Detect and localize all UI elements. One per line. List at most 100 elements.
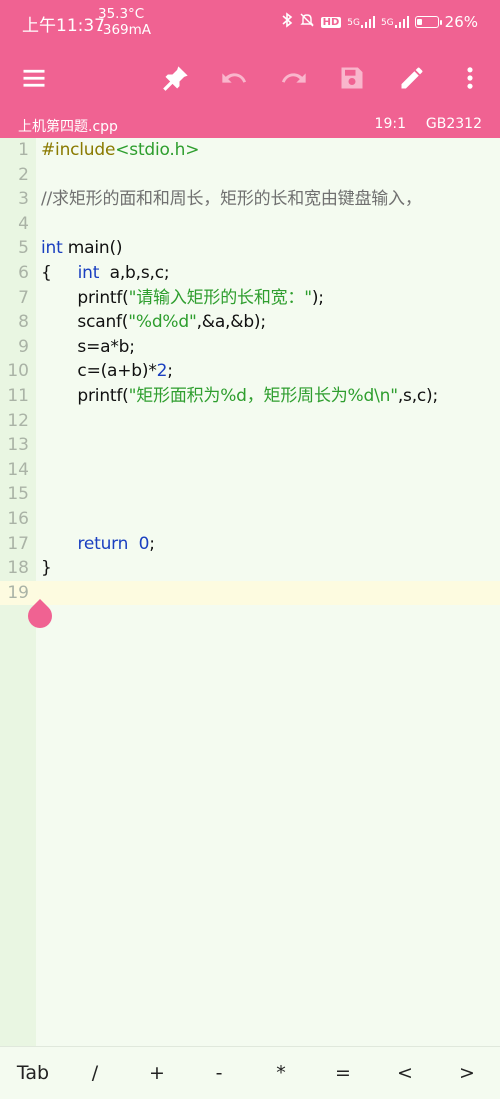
code-token: } [41,558,52,579]
code-token: "请输入矩形的长和宽：" [128,287,312,308]
code-line[interactable]: 3 //求矩形的面和和周长，矩形的长和宽由键盘输入， [0,187,500,212]
key-less-than[interactable]: < [374,1047,436,1099]
code-line[interactable]: 17 return 0; [0,532,500,557]
code-line[interactable]: 8 scanf("%d%d",&a,&b); [0,310,500,335]
redo-icon[interactable] [276,60,312,96]
more-icon[interactable] [452,60,488,96]
line-number: 10 [7,361,29,382]
code-text: } [41,556,52,581]
code-token: printf( [41,386,129,406]
code-token: ; [167,361,173,382]
line-number: 2 [18,164,29,185]
line-number: 4 [18,213,29,234]
code-text: c=(a+b)*2; [41,359,173,384]
code-line[interactable]: 13 [0,433,500,458]
status-icons: HD 5G 5G 26% [281,12,478,32]
line-number: 11 [7,386,29,406]
battery-percent: 26% [444,13,478,31]
code-line[interactable]: 10 c=(a+b)*2; [0,359,500,384]
bluetooth-icon [281,12,293,32]
code-token: ; [149,533,155,554]
status-bar: 上午11:37 35.3°C -369mA HD 5G 5G 26% [0,0,500,46]
code-token: c=(a+b)* [41,361,157,382]
code-token: 0 [138,533,150,554]
code-line[interactable]: 9 s=a*b; [0,335,500,360]
file-name[interactable]: 上机第四题.cpp [18,116,118,136]
code-text: return 0; [41,532,155,557]
code-line[interactable]: 16 [0,507,500,532]
key-greater-than[interactable]: > [436,1047,498,1099]
status-temp-current: 35.3°C -369mA [98,6,151,38]
code-line[interactable]: 1 #include<stdio.h> [0,138,500,163]
code-token: printf( [41,287,129,308]
code-line[interactable]: 18} [0,556,500,581]
key-tab[interactable]: Tab [2,1047,64,1099]
menu-icon[interactable] [16,60,52,96]
line-number: 3 [18,189,29,210]
code-line[interactable]: 6 { int a,b,s,c; [0,261,500,286]
save-icon[interactable] [334,60,370,96]
code-line[interactable]: 7 printf("请输入矩形的长和宽："); [0,286,500,311]
code-token: 2 [156,361,168,382]
code-text: s=a*b; [41,335,135,360]
code-line[interactable]: 19 [0,580,500,606]
line-number: 19 [7,582,29,603]
line-number: 13 [7,435,29,456]
code-line[interactable]: 15 [0,482,500,507]
symbol-key-bar: Tab / + - * = < > [0,1046,500,1099]
code-text: #include<stdio.h> [41,138,199,163]
code-token: ,&a,&b); [196,312,266,333]
code-text: int main() [41,236,123,261]
pin-icon[interactable] [158,60,194,96]
line-number: 16 [7,509,29,529]
line-number: 12 [7,410,29,431]
code-token: return [77,533,129,554]
code-token: <stdio.h> [115,140,200,160]
code-text: { int a,b,s,c; [41,261,170,286]
code-editor[interactable]: 1 #include<stdio.h> 2 3 //求矩形的面和和周长，矩形的长和宽由键… [0,138,500,1046]
line-number: 1 [18,140,29,160]
line-number: 8 [18,312,29,333]
toolbar [0,46,500,110]
key-minus[interactable]: - [188,1047,250,1099]
edit-icon[interactable] [394,60,430,96]
file-encoding[interactable]: GB2312 [426,116,482,132]
mute-bell-icon [299,12,315,32]
signal-5g-icon-2: 5G [381,16,409,28]
line-number: 15 [7,484,29,505]
code-text: printf("请输入矩形的长和宽："); [41,286,324,311]
code-token: ); [311,287,324,308]
line-number: 14 [7,459,29,480]
code-line[interactable]: 2 [0,163,500,188]
code-text: //求矩形的面和和周长，矩形的长和宽由键盘输入， [41,187,422,212]
code-token: "%d%d" [128,312,197,333]
key-plus[interactable]: + [126,1047,188,1099]
hd-badge: HD [320,16,342,28]
code-line[interactable]: 14 [0,458,500,483]
line-number: 17 [7,533,29,554]
cursor-position: 19:1 [374,116,406,132]
key-asterisk[interactable]: * [250,1047,312,1099]
line-number: 9 [18,336,29,357]
net-label-1: 5G [347,18,360,28]
line-number: 6 [18,263,29,283]
key-slash[interactable]: / [64,1047,126,1099]
net-label-2: 5G [380,18,394,28]
code-text: printf("矩形面积为%d，矩形周长为%d\n",s,c); [41,384,438,409]
code-token: //求矩形的面和和周长，矩形的长和宽由键盘输入， [41,189,422,210]
code-line[interactable]: 12 [0,409,500,434]
code-line[interactable]: 5 int main() [0,236,500,261]
key-equals[interactable]: = [312,1047,374,1099]
code-token: main() [62,238,123,259]
code-line[interactable]: 4 [0,212,500,237]
status-time: 上午11:37 [22,16,105,36]
code-line[interactable]: 11 printf("矩形面积为%d，矩形周长为%d\n",s,c); [0,384,500,409]
undo-icon[interactable] [216,60,252,96]
code-token: #include [41,140,116,160]
code-token: s=a*b; [41,336,135,357]
code-text: scanf("%d%d",&a,&b); [41,310,266,335]
battery-icon [414,16,442,28]
file-info-bar: 上机第四题.cpp 19:1 GB2312 [0,110,500,138]
